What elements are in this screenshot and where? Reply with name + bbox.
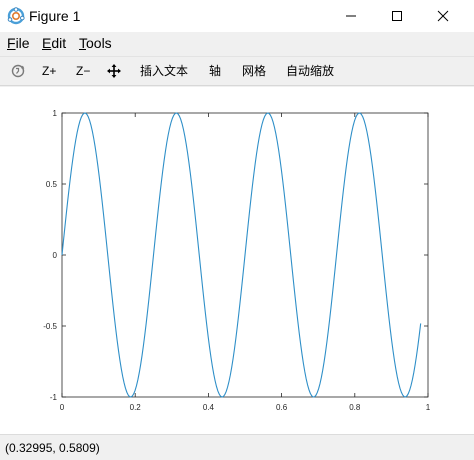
x-tick-label: 0.6 (276, 403, 288, 412)
grid-button[interactable]: 网格 (242, 63, 266, 79)
y-tick-label: -0.5 (43, 322, 57, 331)
y-tick-label: -1 (50, 393, 58, 402)
figure-window: Figure 1 File Edit Tools Z+ Z− 插入文本 轴 网格… (0, 0, 474, 460)
x-tick-label: 0 (60, 403, 65, 412)
title-bar[interactable]: Figure 1 (0, 0, 474, 32)
maximize-icon (392, 11, 402, 21)
x-tick-label: 0.2 (130, 403, 142, 412)
figure-toolbar: Z+ Z− 插入文本 轴 网格 自动缩放 (0, 56, 474, 86)
x-tick-label: 0.4 (203, 403, 215, 412)
figure-canvas[interactable]: 0 0.2 0.4 0.6 0.8 1 1 0.5 0 -0.5 -1 (0, 87, 474, 434)
x-tick-label: 1 (426, 403, 431, 412)
axis-button[interactable]: 轴 (209, 63, 221, 79)
menu-edit-mnemonic: E (42, 35, 52, 51)
menu-tools-rest: ools (86, 35, 112, 51)
close-button[interactable] (420, 0, 466, 32)
insert-text-button[interactable]: 插入文本 (140, 63, 188, 79)
rotate-button[interactable] (10, 63, 26, 83)
minimize-icon (346, 15, 356, 17)
window-title: Figure 1 (29, 8, 81, 24)
plot-svg[interactable]: 0 0.2 0.4 0.6 0.8 1 1 0.5 0 -0.5 -1 (0, 87, 474, 434)
menu-file-rest: ile (15, 35, 30, 51)
octave-app-icon (7, 7, 25, 25)
x-tick-label: 0.8 (349, 403, 361, 412)
zoom-in-button[interactable]: Z+ (42, 63, 56, 79)
menu-edit[interactable]: Edit (42, 34, 66, 52)
maximize-button[interactable] (374, 0, 420, 32)
pan-move-icon (107, 64, 121, 78)
pan-button[interactable] (107, 64, 121, 82)
cursor-coordinates: (0.32995, 0.5809) (5, 441, 100, 455)
menu-file[interactable]: File (7, 34, 30, 52)
zoom-out-button[interactable]: Z− (76, 63, 90, 79)
y-tick-label: 0.5 (46, 180, 58, 189)
autoscale-button[interactable]: 自动缩放 (286, 63, 334, 79)
status-bar: (0.32995, 0.5809) (0, 434, 474, 460)
close-icon (437, 10, 449, 22)
menu-edit-rest: dit (51, 35, 67, 51)
menu-bar: File Edit Tools (0, 32, 474, 54)
menu-tools[interactable]: Tools (79, 34, 112, 52)
y-tick-label: 1 (53, 109, 58, 118)
rotate-3d-icon (11, 64, 25, 78)
y-tick-label: 0 (53, 251, 58, 260)
menu-file-mnemonic: F (7, 35, 16, 51)
menu-tools-mnemonic: T (79, 35, 86, 51)
minimize-button[interactable] (328, 0, 374, 32)
